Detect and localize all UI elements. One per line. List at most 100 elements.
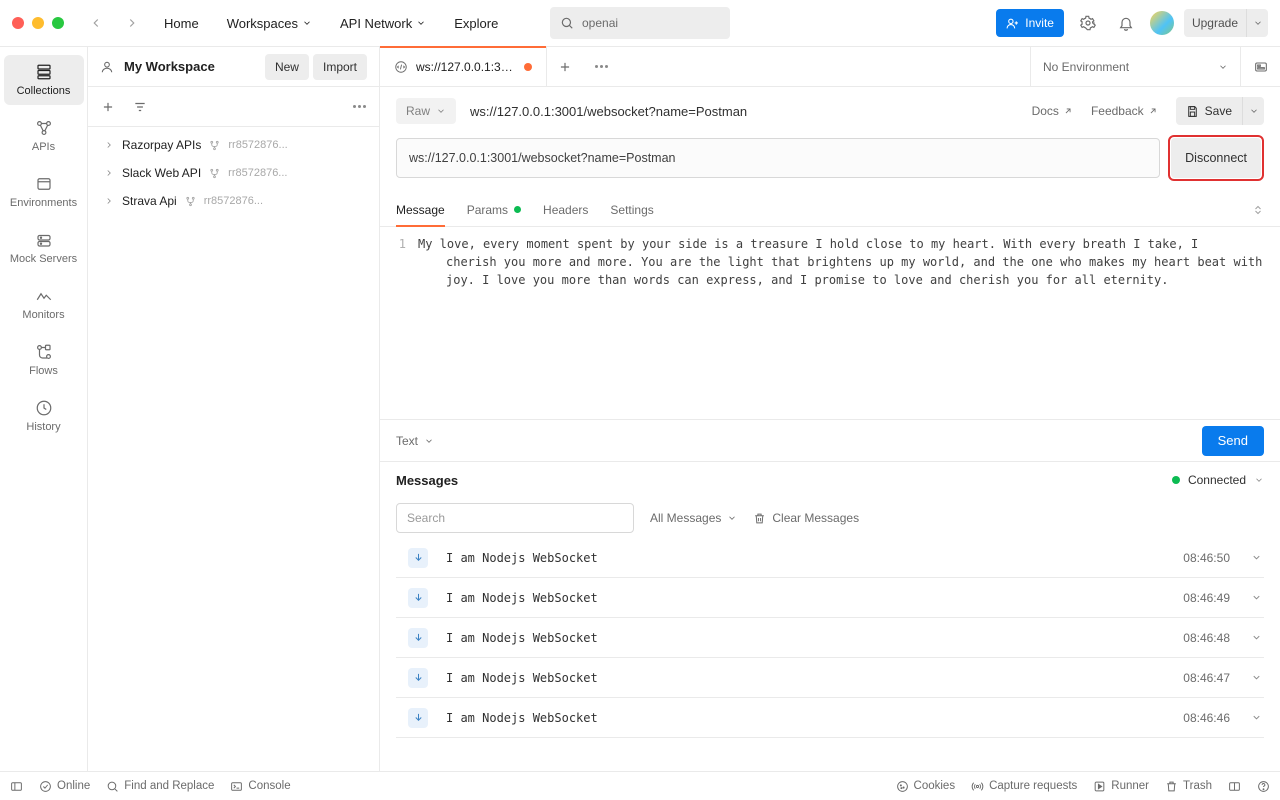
- rail-history[interactable]: History: [4, 391, 84, 441]
- message-row[interactable]: I am Nodejs WebSocket08:46:46: [396, 698, 1264, 738]
- rail-mock[interactable]: Mock Servers: [4, 223, 84, 273]
- cookie-icon: [896, 780, 909, 793]
- global-search[interactable]: openai: [550, 7, 730, 39]
- messages-filter[interactable]: All Messages: [650, 511, 737, 525]
- nav-api-network[interactable]: API Network: [330, 12, 436, 35]
- rail-collections[interactable]: Collections: [4, 55, 84, 105]
- workspace-title[interactable]: My Workspace: [124, 59, 255, 74]
- protocol-select[interactable]: Raw: [396, 98, 456, 124]
- connection-status[interactable]: Connected: [1172, 473, 1264, 487]
- trash[interactable]: Trash: [1165, 780, 1212, 793]
- nav-workspaces[interactable]: Workspaces: [217, 12, 322, 35]
- tab-message[interactable]: Message: [396, 193, 445, 226]
- rail-environments-label: Environments: [10, 197, 77, 209]
- tab-label: ws://127.0.0.1:3001/wel: [416, 60, 516, 74]
- filter-icon: [133, 100, 147, 114]
- docs-link[interactable]: Docs: [1032, 104, 1073, 118]
- notifications-button[interactable]: [1112, 9, 1140, 37]
- expand-toggle[interactable]: [1248, 552, 1264, 563]
- find-replace[interactable]: Find and Replace: [106, 780, 214, 793]
- tree-item[interactable]: Strava Api rr8572876...: [88, 187, 379, 215]
- rail-monitors[interactable]: Monitors: [4, 279, 84, 329]
- environment-quicklook[interactable]: [1240, 47, 1280, 86]
- upgrade-button[interactable]: Upgrade: [1184, 9, 1246, 37]
- invite-button[interactable]: Invite: [996, 9, 1064, 37]
- tab-menu-button[interactable]: [583, 47, 619, 86]
- runner-label: Runner: [1111, 780, 1149, 792]
- nav-back[interactable]: [82, 9, 110, 37]
- tree-item[interactable]: Razorpay APIs rr8572876...: [88, 131, 379, 159]
- request-tab[interactable]: ws://127.0.0.1:3001/wel: [380, 47, 547, 86]
- toggle-sidebar[interactable]: [10, 780, 23, 793]
- monitors-icon: [35, 287, 53, 305]
- message-type-select[interactable]: Text: [396, 434, 434, 448]
- feedback-label: Feedback: [1091, 104, 1144, 118]
- save-button[interactable]: Save: [1176, 97, 1242, 125]
- chevron-down-icon: [424, 436, 434, 446]
- online-status[interactable]: Online: [39, 780, 90, 793]
- console-label: Console: [248, 780, 290, 792]
- search-icon: [106, 780, 119, 793]
- collection-more[interactable]: [345, 93, 373, 121]
- new-tab-button[interactable]: [547, 47, 583, 86]
- tree-item[interactable]: Slack Web API rr8572876...: [88, 159, 379, 187]
- new-button[interactable]: New: [265, 54, 309, 80]
- runner[interactable]: Runner: [1093, 780, 1149, 793]
- clear-messages[interactable]: Clear Messages: [753, 511, 859, 525]
- tree-item-label: Slack Web API: [122, 166, 201, 180]
- cookies[interactable]: Cookies: [896, 780, 956, 793]
- settings-button[interactable]: [1074, 9, 1102, 37]
- collapse-toggle[interactable]: [1252, 204, 1264, 216]
- filter-collections[interactable]: [126, 93, 154, 121]
- import-button[interactable]: Import: [313, 54, 367, 80]
- capture-label: Capture requests: [989, 780, 1077, 792]
- mock-icon: [35, 231, 53, 249]
- capture-requests[interactable]: Capture requests: [971, 780, 1077, 793]
- rail-environments[interactable]: Environments: [4, 167, 84, 217]
- avatar[interactable]: [1150, 11, 1174, 35]
- chevron-down-icon: [1251, 552, 1262, 563]
- message-row[interactable]: I am Nodejs WebSocket08:46:49: [396, 578, 1264, 618]
- expand-toggle[interactable]: [1248, 592, 1264, 603]
- save-dropdown[interactable]: [1242, 97, 1264, 125]
- nav-explore[interactable]: Explore: [444, 12, 508, 35]
- nav-forward[interactable]: [118, 9, 146, 37]
- message-editor[interactable]: 1 My love, every moment spent by your si…: [380, 227, 1280, 419]
- rail-flows[interactable]: Flows: [4, 335, 84, 385]
- maximize-window[interactable]: [52, 17, 64, 29]
- nav-workspaces-label: Workspaces: [227, 16, 298, 31]
- editor-content[interactable]: My love, every moment spent by your side…: [418, 235, 1280, 419]
- message-row[interactable]: I am Nodejs WebSocket08:46:48: [396, 618, 1264, 658]
- two-pane[interactable]: [1228, 780, 1241, 793]
- status-dot: [1172, 476, 1180, 484]
- expand-toggle[interactable]: [1248, 712, 1264, 723]
- search-icon: [560, 16, 574, 30]
- tab-params[interactable]: Params: [467, 193, 521, 226]
- tab-headers[interactable]: Headers: [543, 193, 588, 226]
- expand-toggle[interactable]: [1248, 632, 1264, 643]
- rail-apis[interactable]: APIs: [4, 111, 84, 161]
- feedback-link[interactable]: Feedback: [1091, 104, 1158, 118]
- help[interactable]: [1257, 780, 1270, 793]
- find-label: Find and Replace: [124, 780, 214, 792]
- chevron-down-icon: [1254, 475, 1264, 485]
- tab-settings[interactable]: Settings: [610, 193, 653, 226]
- upgrade-dropdown[interactable]: [1246, 9, 1268, 37]
- person-plus-icon: [1006, 17, 1019, 30]
- add-collection[interactable]: [94, 93, 122, 121]
- expand-toggle[interactable]: [1248, 672, 1264, 683]
- eye-icon: [1253, 59, 1269, 75]
- environment-select[interactable]: No Environment: [1030, 47, 1240, 86]
- disconnect-button[interactable]: Disconnect: [1171, 138, 1261, 178]
- message-row[interactable]: I am Nodejs WebSocket08:46:50: [396, 538, 1264, 578]
- send-button[interactable]: Send: [1202, 426, 1264, 456]
- chevrons-icon: [1252, 204, 1264, 216]
- message-row[interactable]: I am Nodejs WebSocket08:46:47: [396, 658, 1264, 698]
- close-window[interactable]: [12, 17, 24, 29]
- url-input[interactable]: ws://127.0.0.1:3001/websocket?name=Postm…: [396, 138, 1160, 178]
- minimize-window[interactable]: [32, 17, 44, 29]
- messages-search[interactable]: Search: [396, 503, 634, 533]
- console[interactable]: Console: [230, 780, 290, 793]
- nav-home[interactable]: Home: [154, 12, 209, 35]
- tree-item-fork: rr8572876...: [228, 139, 287, 151]
